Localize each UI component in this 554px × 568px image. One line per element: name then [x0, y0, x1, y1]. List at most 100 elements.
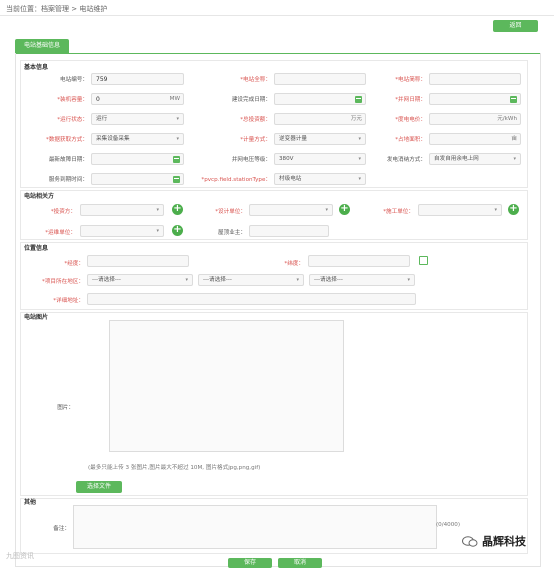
- chevron-down-icon: ▾: [513, 156, 516, 162]
- remark-label: 备注：: [53, 526, 70, 532]
- chevron-down-icon: ▾: [185, 277, 188, 283]
- voltage-value: 380V: [279, 156, 294, 162]
- county-select[interactable]: ---请选择--- ▾: [309, 274, 415, 286]
- chevron-down-icon: ▾: [325, 207, 328, 213]
- chevron-down-icon: ▾: [176, 136, 179, 142]
- tab-station-basic-info[interactable]: 电站基础信息: [15, 39, 69, 53]
- meter-select[interactable]: 逆变器计量 ▾: [274, 133, 366, 145]
- operator-label: *运维单位：: [45, 230, 76, 236]
- add-builder-button[interactable]: +: [508, 204, 519, 215]
- invest-input[interactable]: 万元: [274, 113, 366, 125]
- calendar-icon[interactable]: [510, 96, 517, 103]
- province-placeholder: ---请选择---: [92, 277, 121, 283]
- add-designer-button[interactable]: +: [339, 204, 350, 215]
- back-button[interactable]: 返回: [493, 20, 538, 32]
- photo-label: 图片：: [57, 405, 74, 411]
- choose-file-button[interactable]: 选择文件: [76, 481, 122, 493]
- photo-preview-box[interactable]: [109, 320, 344, 452]
- area-input[interactable]: 亩: [429, 133, 521, 145]
- chevron-down-icon: ▾: [156, 207, 159, 213]
- roof-owner-input[interactable]: [249, 225, 329, 237]
- short-name-label: *电站简称：: [395, 77, 426, 83]
- chevron-down-icon: ▾: [358, 176, 361, 182]
- add-investor-button[interactable]: +: [172, 204, 183, 215]
- operator-select[interactable]: ▾: [80, 225, 164, 237]
- photo-title: 电站图片: [24, 314, 49, 321]
- build-date-label: 建设完成日期：: [231, 97, 271, 103]
- capacity-input[interactable]: 0 MW: [91, 93, 184, 105]
- service-date-input[interactable]: [91, 173, 184, 185]
- address-label: *详细地址：: [53, 298, 84, 304]
- status-value: 运行: [96, 116, 108, 122]
- mode-value: 自发自用余电上网: [434, 156, 479, 162]
- photo-hint: (最多只能上传 3 张图片,图片最大不超过 10M, 图片格式jpg,png,g…: [88, 465, 261, 471]
- voltage-select[interactable]: 380V ▾: [274, 153, 366, 165]
- calendar-icon[interactable]: [173, 156, 180, 163]
- chevron-down-icon: ▾: [407, 277, 410, 283]
- fault-date-input[interactable]: [91, 153, 184, 165]
- builder-select[interactable]: ▾: [418, 204, 502, 216]
- full-name-input[interactable]: [274, 73, 366, 85]
- station-type-value: 村级电站: [279, 176, 302, 182]
- mode-select[interactable]: 自发自用余电上网 ▾: [429, 153, 521, 165]
- fault-date-label: 最新故障日期：: [48, 157, 88, 163]
- watermark-right: 晶辉科技: [482, 535, 526, 548]
- station-type-select[interactable]: 村级电站 ▾: [274, 173, 366, 185]
- status-select[interactable]: 运行 ▾: [91, 113, 184, 125]
- map-picker-icon[interactable]: [419, 256, 428, 265]
- acquire-value: 采集设备采集: [96, 136, 130, 142]
- investor-select[interactable]: ▾: [80, 204, 164, 216]
- address-input[interactable]: [87, 293, 416, 305]
- station-no-input[interactable]: 759: [91, 73, 184, 85]
- voltage-label: 并网电压等级：: [231, 157, 271, 163]
- calendar-icon[interactable]: [355, 96, 362, 103]
- related-title: 电站相关方: [24, 193, 55, 200]
- station-no-label: 电站编号：: [60, 77, 88, 83]
- chevron-down-icon: ▾: [176, 116, 179, 122]
- latitude-label: *纬度：: [284, 261, 304, 267]
- remark-counter: (0/4000): [436, 522, 461, 528]
- build-date-input[interactable]: [274, 93, 366, 105]
- basic-info-title: 基本信息: [24, 64, 49, 71]
- chevron-down-icon: ▾: [358, 136, 361, 142]
- capacity-label: *装机容量：: [57, 97, 88, 103]
- province-select[interactable]: ---请选择--- ▾: [87, 274, 193, 286]
- designer-select[interactable]: ▾: [249, 204, 333, 216]
- short-name-input[interactable]: [429, 73, 521, 85]
- mode-label: 发电消纳方式：: [386, 157, 426, 163]
- meter-value: 逆变器计量: [279, 136, 307, 142]
- region-label: *项目所在地区：: [42, 279, 84, 285]
- grid-date-label: *并网日期：: [395, 97, 426, 103]
- watermark-left: 九图资讯: [6, 552, 34, 560]
- station-type-label: *pvcp.field.stationType：: [201, 177, 271, 183]
- invest-label: *总投资额：: [240, 117, 271, 123]
- chevron-down-icon: ▾: [156, 228, 159, 234]
- builder-label: *施工单位：: [383, 209, 414, 215]
- chevron-down-icon: ▾: [494, 207, 497, 213]
- calendar-icon[interactable]: [173, 176, 180, 183]
- save-button[interactable]: 保存: [228, 558, 272, 568]
- header-divider: [0, 15, 554, 16]
- county-placeholder: ---请选择---: [314, 277, 343, 283]
- add-operator-button[interactable]: +: [172, 225, 183, 236]
- meter-label: *计量方式：: [240, 137, 271, 143]
- acquire-select[interactable]: 采集设备采集 ▾: [91, 133, 184, 145]
- designer-label: *设计单位：: [215, 209, 246, 215]
- price-unit: 元/kWh: [497, 116, 517, 122]
- investor-label: *投资方：: [50, 209, 76, 215]
- remark-textarea[interactable]: [73, 505, 437, 549]
- price-label: *度电电价：: [395, 117, 426, 123]
- longitude-input[interactable]: [87, 255, 189, 267]
- latitude-input[interactable]: [308, 255, 410, 267]
- capacity-unit: MW: [169, 96, 180, 102]
- grid-date-input[interactable]: [429, 93, 521, 105]
- area-label: *占地面积：: [395, 137, 426, 143]
- price-input[interactable]: 元/kWh: [429, 113, 521, 125]
- area-unit: 亩: [511, 136, 517, 142]
- cancel-button[interactable]: 取消: [278, 558, 322, 568]
- roof-owner-label: 屋顶业主：: [218, 230, 246, 236]
- city-select[interactable]: ---请选择--- ▾: [198, 274, 304, 286]
- location-title: 位置信息: [24, 245, 49, 252]
- chevron-down-icon: ▾: [296, 277, 299, 283]
- service-label: 服务到期时间：: [48, 177, 88, 183]
